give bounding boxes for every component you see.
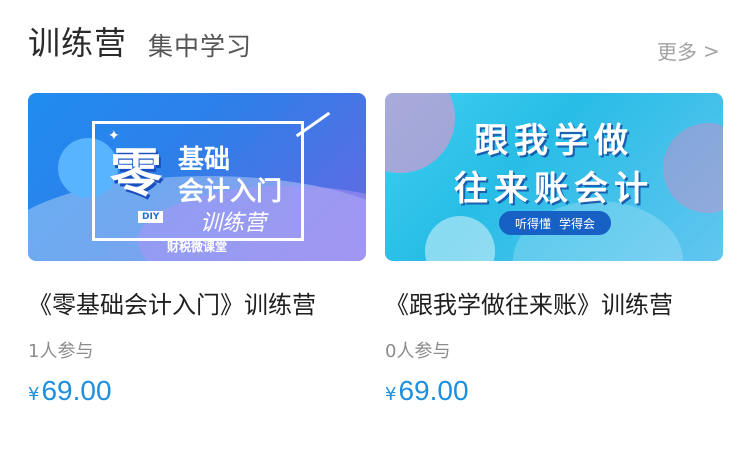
course-title[interactable]: 《跟我学做往来账》训练营 — [385, 285, 750, 320]
banner-text-line-2: 往来账会计 — [454, 169, 654, 209]
banner-text-line-1: 跟我学做 — [474, 121, 634, 161]
currency-symbol: ¥ — [385, 384, 397, 405]
banner-brand: 财税微课堂 — [166, 240, 227, 254]
more-label: 更多 — [657, 40, 697, 64]
course-title[interactable]: 《零基础会计入门》训练营 — [28, 285, 428, 320]
banner-tag: DIY — [138, 211, 164, 223]
more-link[interactable]: 更多 > — [657, 36, 720, 65]
banner-big-character: 零 — [110, 143, 163, 204]
section-title: 训练营 — [28, 24, 128, 62]
course-card-1[interactable]: ✦ 零 基础 会计入门 训练营 DIY 财税微课堂 《零基础会计入门》训练营 1… — [28, 93, 366, 406]
section-header: 训练营 集中学习 更多 > — [0, 0, 750, 80]
banner-text-line-3: 训练营 — [200, 211, 267, 236]
price-amount: 69.00 — [41, 375, 112, 406]
course-price: ¥ 69.00 — [385, 375, 469, 407]
course-card-2[interactable]: 跟我学做 往来账会计 听得懂 学得会 《跟我学做往来账》训练营 0人参与 ¥ 6… — [385, 93, 723, 406]
participant-count: 1人参与 — [28, 341, 94, 362]
banner-circle-decoration — [425, 216, 495, 261]
price-amount: 69.00 — [398, 375, 469, 406]
currency-symbol: ¥ — [28, 384, 40, 405]
slogan-text-a: 听得懂 — [514, 216, 551, 231]
section-subtitle: 集中学习 — [148, 32, 253, 61]
course-price: ¥ 69.00 — [28, 375, 112, 407]
course-banner-1[interactable]: ✦ 零 基础 会计入门 训练营 DIY 财税微课堂 — [28, 93, 366, 261]
participant-count: 0人参与 — [385, 341, 451, 362]
course-banner-2[interactable]: 跟我学做 往来账会计 听得懂 学得会 — [385, 93, 723, 261]
slogan-text-b: 学得会 — [559, 216, 596, 231]
banner-slogan-pill: 听得懂 学得会 — [499, 211, 611, 235]
banner-text-line-2: 会计入门 — [178, 177, 283, 207]
chevron-right-icon: > — [703, 38, 720, 63]
